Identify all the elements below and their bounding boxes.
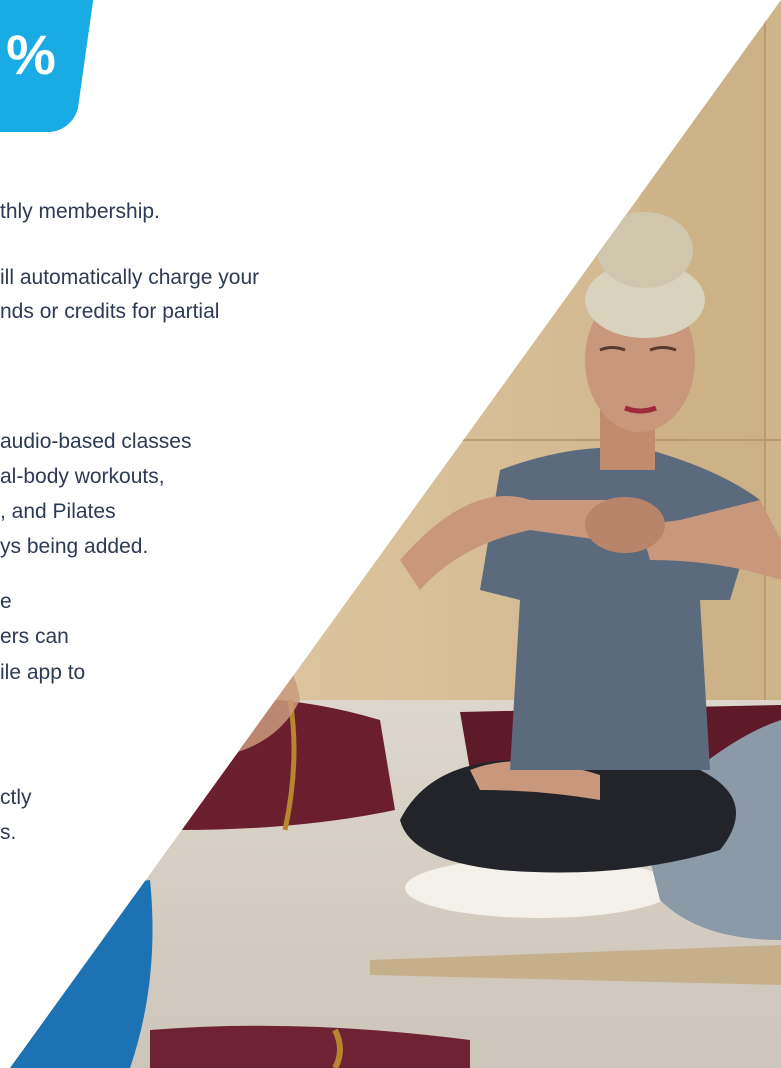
body-line-e: e: [0, 590, 12, 613]
body-line-classes: audio-based classes: [0, 430, 192, 453]
body-line-charge: ill automatically charge your: [0, 266, 260, 289]
foreground-person-blue: [10, 880, 153, 1068]
body-line-end: s.: [0, 821, 17, 844]
body-line-app: ile app to: [0, 661, 86, 684]
body-line-pilates: , and Pilates: [0, 500, 116, 523]
body-line-added: ys being added.: [0, 535, 149, 558]
body-line-directly: ctly: [0, 786, 32, 809]
discount-percent-symbol: %: [6, 23, 56, 86]
page: % thly membership. ill automatically cha…: [0, 0, 781, 1068]
body-line-refunds: nds or credits for partial: [0, 300, 220, 323]
body-line-membership: thly membership.: [0, 200, 160, 223]
body-line-workouts: al-body workouts,: [0, 465, 165, 488]
clasped-hands: [585, 497, 665, 553]
hair-bun: [597, 212, 693, 288]
body-line-members: ers can: [0, 625, 69, 648]
